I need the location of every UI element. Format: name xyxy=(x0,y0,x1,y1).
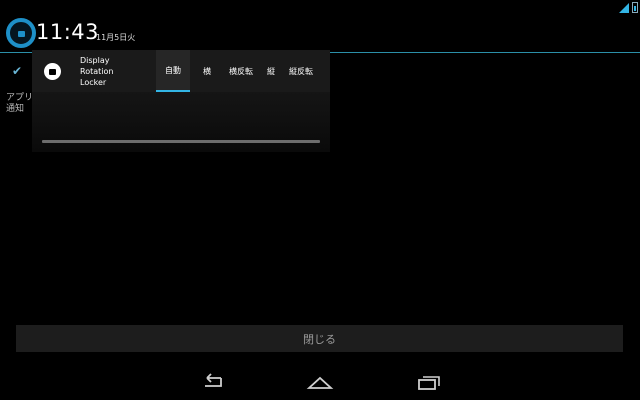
recents-icon xyxy=(418,376,440,390)
check-icon: ✔ xyxy=(12,64,23,78)
recents-button[interactable] xyxy=(415,372,445,392)
rotation-tabs: 自動 横 横反転 縦 縦反転 xyxy=(156,50,318,92)
status-bar xyxy=(0,0,640,14)
status-icons xyxy=(619,1,638,13)
back-icon xyxy=(205,373,222,387)
battery-icon xyxy=(632,2,638,13)
notification-row[interactable]: Display Rotation Locker 自動 横 横反転 縦 縦反転 xyxy=(32,50,330,92)
notification-title-line3: Locker xyxy=(80,78,107,87)
shade-drag-handle[interactable] xyxy=(42,140,320,143)
tab-landscape-reverse[interactable]: 横反転 xyxy=(224,50,258,92)
shade-body xyxy=(32,92,330,152)
tab-portrait[interactable]: 縦 xyxy=(258,50,284,92)
lock-icon xyxy=(43,62,61,80)
close-button[interactable]: 閉じる xyxy=(16,325,623,352)
date: 11月5日火 xyxy=(96,33,136,42)
clock: 11:43 xyxy=(36,20,100,44)
notification-title-line1: Display xyxy=(80,56,110,65)
tab-portrait-reverse[interactable]: 縦反転 xyxy=(284,50,318,92)
notification-title: Display Rotation Locker xyxy=(72,50,156,92)
nav-bar xyxy=(0,362,640,400)
back-button[interactable] xyxy=(197,372,227,392)
notification-title-line2: Rotation xyxy=(80,67,114,76)
notification-shade: Display Rotation Locker 自動 横 横反転 縦 縦反転 xyxy=(32,50,330,152)
tab-landscape[interactable]: 横 xyxy=(190,50,224,92)
tab-auto[interactable]: 自動 xyxy=(156,50,190,92)
signal-icon xyxy=(619,3,629,13)
background-text-2: 通知 xyxy=(6,104,25,114)
notification-icon-wrap xyxy=(32,50,72,92)
home-icon xyxy=(306,376,334,389)
lock-rotation-icon xyxy=(6,18,36,48)
home-button[interactable] xyxy=(305,372,335,392)
